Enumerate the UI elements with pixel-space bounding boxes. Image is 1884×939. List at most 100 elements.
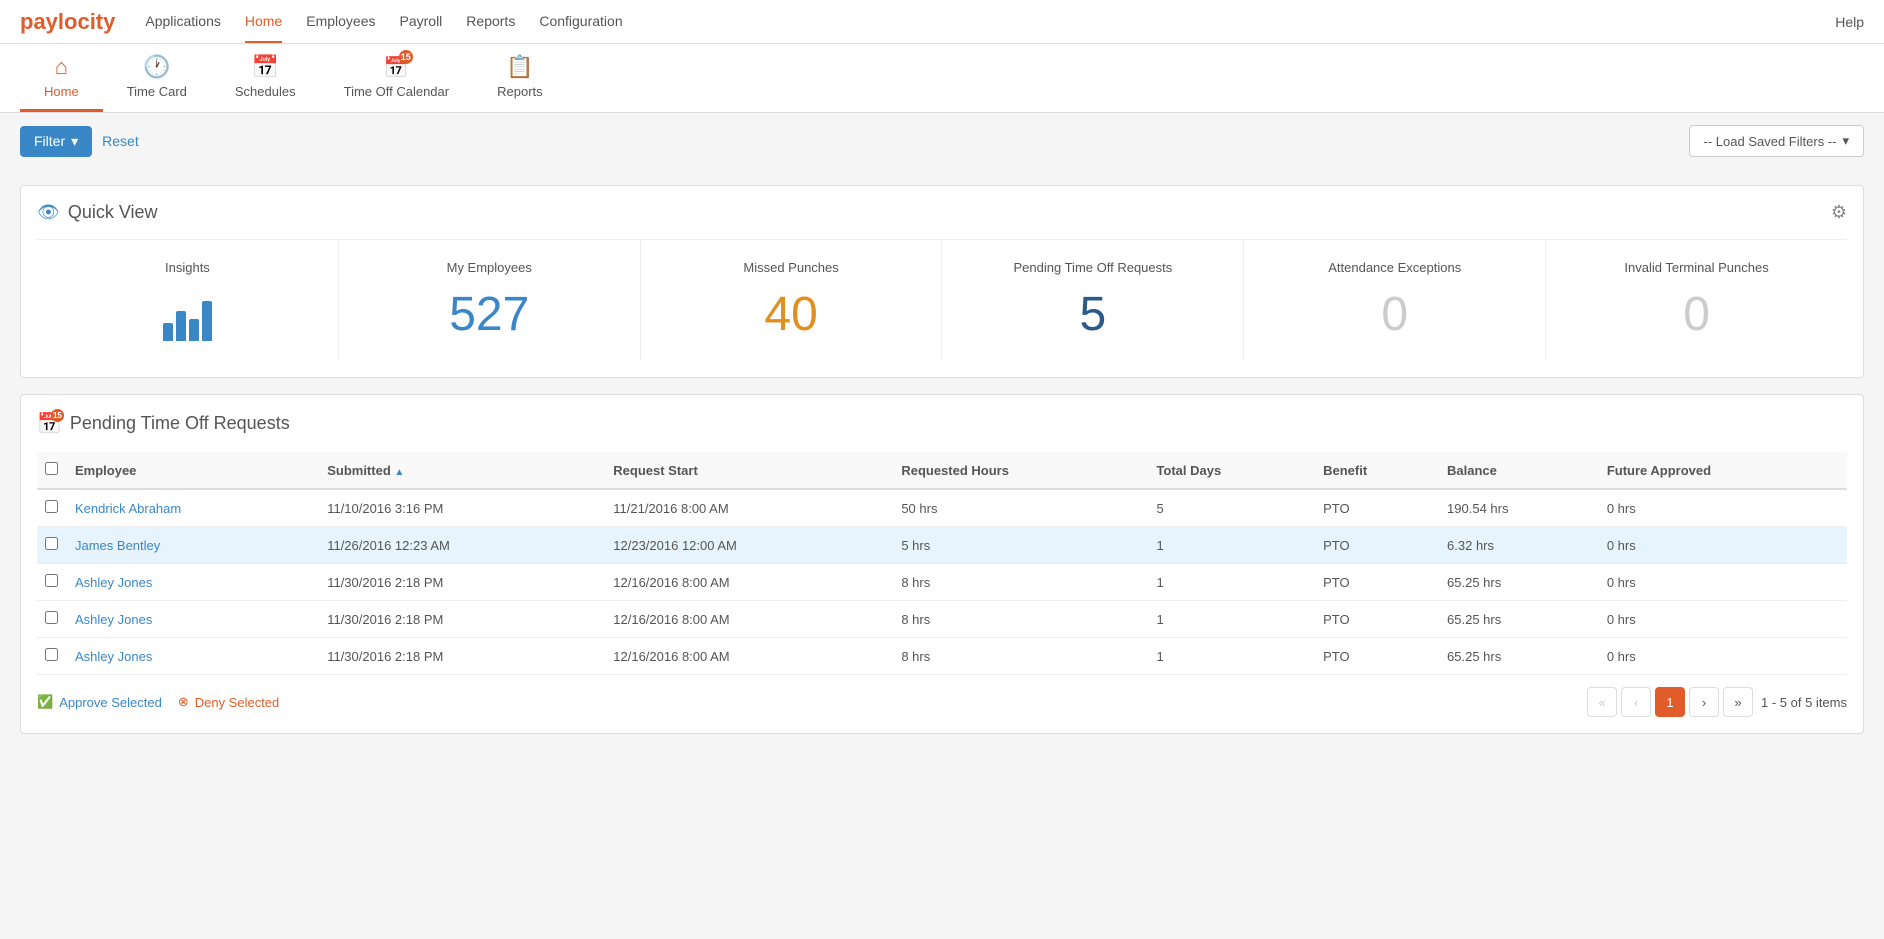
filter-dropdown-icon: ▾ <box>71 133 78 150</box>
row-total-days: 1 <box>1148 638 1315 675</box>
quick-view-card: 👁 Quick View ⚙ Insights My Employees 527 <box>20 185 1864 378</box>
row-balance: 65.25 hrs <box>1439 638 1599 675</box>
employee-link-1[interactable]: James Bentley <box>75 538 160 553</box>
settings-icon[interactable]: ⚙ <box>1831 202 1847 223</box>
row-total-days: 1 <box>1148 564 1315 601</box>
reset-button[interactable]: Reset <box>102 133 139 149</box>
employee-link-4[interactable]: Ashley Jones <box>75 649 152 664</box>
row-requested-hours: 8 hrs <box>893 601 1148 638</box>
nav-home[interactable]: Home <box>245 1 282 43</box>
row-checkbox-1[interactable] <box>45 537 58 550</box>
employee-link-3[interactable]: Ashley Jones <box>75 612 152 627</box>
row-future-approved: 0 hrs <box>1599 527 1847 564</box>
row-request-start: 12/16/2016 8:00 AM <box>605 564 893 601</box>
row-balance: 65.25 hrs <box>1439 564 1599 601</box>
row-total-days: 1 <box>1148 527 1315 564</box>
stat-pending-time-off[interactable]: Pending Time Off Requests 5 <box>942 240 1244 361</box>
row-employee: Ashley Jones <box>67 601 319 638</box>
stat-missed-punches[interactable]: Missed Punches 40 <box>641 240 943 361</box>
filter-button[interactable]: Filter ▾ <box>20 126 92 157</box>
row-checkbox-3[interactable] <box>45 611 58 624</box>
next-page-button[interactable]: › <box>1689 687 1719 717</box>
row-checkbox-cell <box>37 601 67 638</box>
row-checkbox-cell <box>37 489 67 527</box>
sort-arrow: ▲ <box>394 467 404 478</box>
header-submitted[interactable]: Submitted ▲ <box>319 452 605 489</box>
row-benefit: PTO <box>1315 638 1439 675</box>
eye-icon: 👁 <box>37 202 60 223</box>
reports-icon: 📋 <box>506 54 533 80</box>
stat-pending-time-off-value: 5 <box>1080 291 1107 339</box>
last-page-button[interactable]: » <box>1723 687 1753 717</box>
stat-missed-punches-label: Missed Punches <box>743 260 838 275</box>
schedules-icon: 📅 <box>252 54 279 80</box>
row-employee: Ashley Jones <box>67 638 319 675</box>
load-saved-filters-arrow: ▾ <box>1842 133 1849 149</box>
row-request-start: 12/16/2016 8:00 AM <box>605 638 893 675</box>
nav-reports[interactable]: Reports <box>466 1 515 43</box>
stat-missed-punches-value: 40 <box>764 291 817 339</box>
row-checkbox-cell <box>37 564 67 601</box>
header-request-start: Request Start <box>605 452 893 489</box>
stat-invalid-terminal-punches[interactable]: Invalid Terminal Punches 0 <box>1546 240 1847 361</box>
help-link[interactable]: Help <box>1835 14 1864 30</box>
stat-pending-time-off-label: Pending Time Off Requests <box>1014 260 1173 275</box>
header-total-days: Total Days <box>1148 452 1315 489</box>
subnav-home[interactable]: ⌂ Home <box>20 44 103 112</box>
stat-attendance-exceptions-label: Attendance Exceptions <box>1328 260 1461 275</box>
row-submitted: 11/30/2016 2:18 PM <box>319 601 605 638</box>
pending-section-title-text: Pending Time Off Requests <box>70 413 290 434</box>
subnav-reports[interactable]: 📋 Reports <box>473 44 567 112</box>
employee-link-2[interactable]: Ashley Jones <box>75 575 152 590</box>
select-all-checkbox[interactable] <box>45 462 58 475</box>
row-requested-hours: 50 hrs <box>893 489 1148 527</box>
pagination-area: « ‹ 1 › » 1 - 5 of 5 items <box>1587 687 1847 717</box>
prev-page-button[interactable]: ‹ <box>1621 687 1651 717</box>
table-row: Ashley Jones 11/30/2016 2:18 PM 12/16/20… <box>37 601 1847 638</box>
subnav-timecard[interactable]: 🕐 Time Card <box>103 44 211 112</box>
stat-my-employees-label: My Employees <box>447 260 532 275</box>
row-checkbox-2[interactable] <box>45 574 58 587</box>
quick-view-header: 👁 Quick View ⚙ <box>37 202 1847 223</box>
row-checkbox-cell <box>37 527 67 564</box>
row-total-days: 5 <box>1148 489 1315 527</box>
row-benefit: PTO <box>1315 527 1439 564</box>
nav-applications[interactable]: Applications <box>145 1 221 43</box>
table-body: Kendrick Abraham 11/10/2016 3:16 PM 11/2… <box>37 489 1847 675</box>
page-1-button[interactable]: 1 <box>1655 687 1685 717</box>
subnav-reports-label: Reports <box>497 84 543 99</box>
row-request-start: 12/16/2016 8:00 AM <box>605 601 893 638</box>
deny-icon: ⊗ <box>178 694 189 710</box>
header-benefit: Benefit <box>1315 452 1439 489</box>
row-employee: James Bentley <box>67 527 319 564</box>
stat-my-employees[interactable]: My Employees 527 <box>339 240 641 361</box>
subnav-time-off-calendar[interactable]: 📅 15 Time Off Calendar <box>320 44 474 112</box>
stat-insights[interactable]: Insights <box>37 240 339 361</box>
approve-selected-button[interactable]: ✅ Approve Selected <box>37 694 162 710</box>
row-submitted: 11/30/2016 2:18 PM <box>319 564 605 601</box>
table-row: Kendrick Abraham 11/10/2016 3:16 PM 11/2… <box>37 489 1847 527</box>
subnav-schedules[interactable]: 📅 Schedules <box>211 44 320 112</box>
first-page-button[interactable]: « <box>1587 687 1617 717</box>
row-benefit: PTO <box>1315 489 1439 527</box>
nav-payroll[interactable]: Payroll <box>400 1 443 43</box>
load-saved-filters-button[interactable]: -- Load Saved Filters -- ▾ <box>1689 125 1864 157</box>
nav-configuration[interactable]: Configuration <box>539 1 622 43</box>
row-submitted: 11/26/2016 12:23 AM <box>319 527 605 564</box>
row-checkbox-cell <box>37 638 67 675</box>
row-future-approved: 0 hrs <box>1599 489 1847 527</box>
filter-bar: Filter ▾ Reset -- Load Saved Filters -- … <box>0 113 1884 169</box>
row-checkbox-4[interactable] <box>45 648 58 661</box>
deny-selected-button[interactable]: ⊗ Deny Selected <box>178 694 279 710</box>
table-footer: ✅ Approve Selected ⊗ Deny Selected « ‹ 1… <box>37 675 1847 717</box>
quick-stats: Insights My Employees 527 Missed Punches… <box>37 239 1847 361</box>
row-benefit: PTO <box>1315 601 1439 638</box>
stat-my-employees-value: 527 <box>449 291 529 339</box>
row-employee: Ashley Jones <box>67 564 319 601</box>
row-checkbox-0[interactable] <box>45 500 58 513</box>
employee-link-0[interactable]: Kendrick Abraham <box>75 501 181 516</box>
nav-employees[interactable]: Employees <box>306 1 375 43</box>
quick-view-title-text: Quick View <box>68 202 158 223</box>
table-row: Ashley Jones 11/30/2016 2:18 PM 12/16/20… <box>37 638 1847 675</box>
stat-attendance-exceptions[interactable]: Attendance Exceptions 0 <box>1244 240 1546 361</box>
